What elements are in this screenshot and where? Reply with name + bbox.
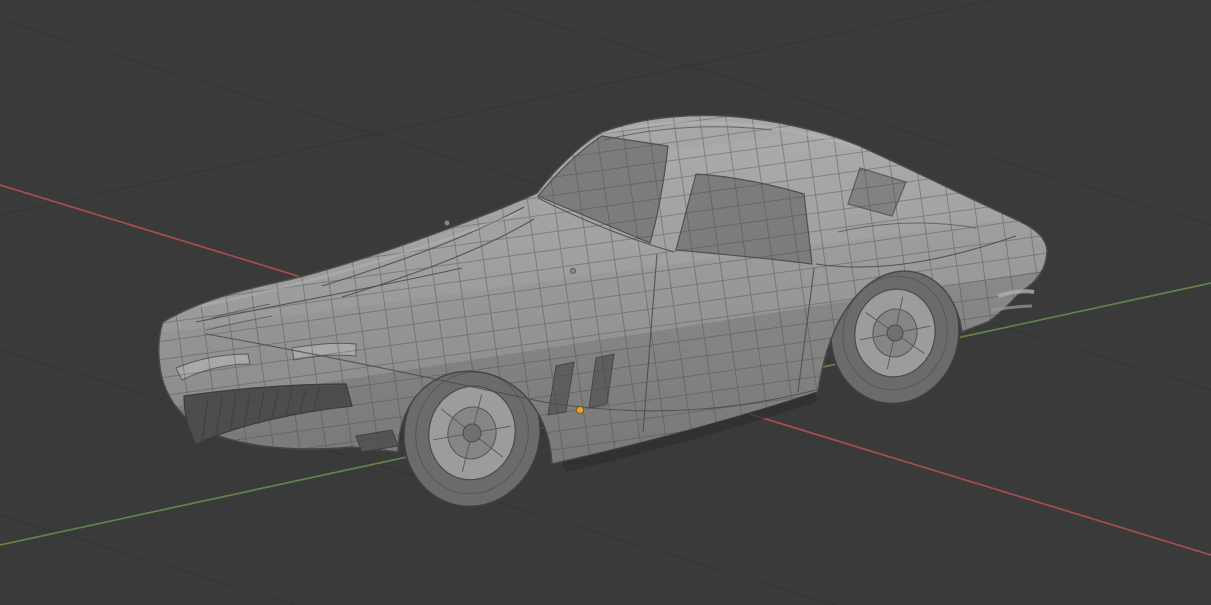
viewport-3d[interactable] (0, 0, 1211, 605)
hood-detail-dot (570, 268, 576, 274)
hood-detail-dot (444, 220, 450, 226)
object-origin-point (576, 406, 584, 414)
